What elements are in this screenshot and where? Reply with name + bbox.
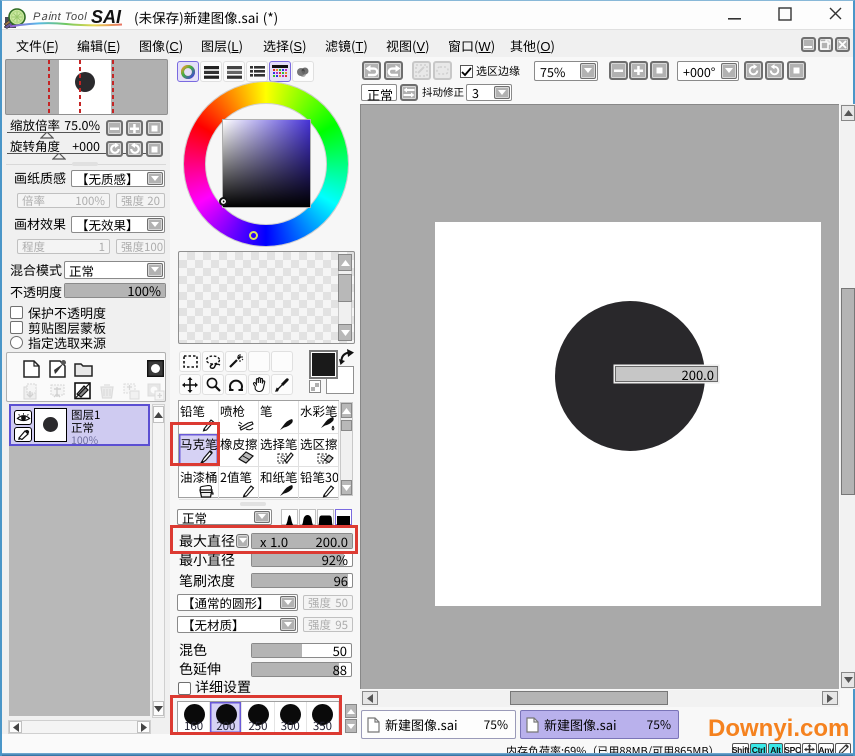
svg-text:S: S xyxy=(320,454,325,465)
svg-text:S: S xyxy=(280,454,285,465)
